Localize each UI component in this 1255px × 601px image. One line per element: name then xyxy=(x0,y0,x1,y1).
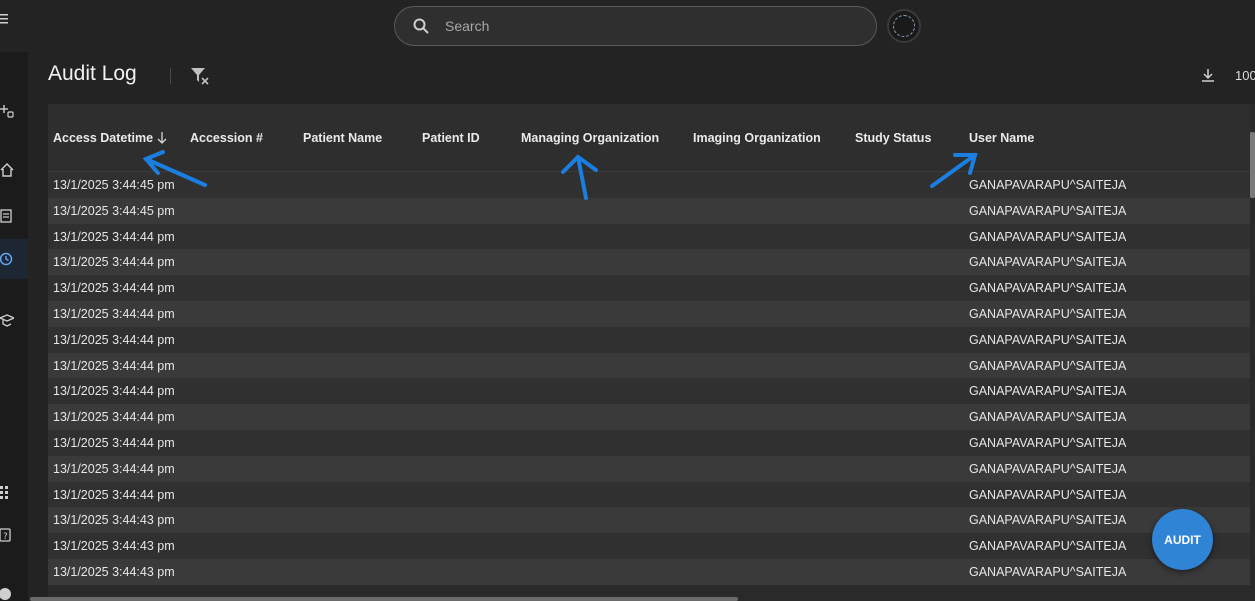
add-database-icon[interactable] xyxy=(0,104,14,118)
search-icon xyxy=(413,18,429,34)
table-row[interactable]: 13/1/2025 3:44:44 pm GANAPAVARAPU^SAITEJA xyxy=(48,404,1255,430)
cell-user-name: GANAPAVARAPU^SAITEJA xyxy=(969,178,1127,192)
svg-text:?: ? xyxy=(3,532,8,542)
page-title: Audit Log xyxy=(48,62,137,85)
sort-descending-icon[interactable] xyxy=(156,131,168,145)
cell-access-datetime: 13/1/2025 3:44:43 pm xyxy=(53,539,175,554)
table-row[interactable]: 13/1/2025 3:44:44 pm GANAPAVARAPU^SAITEJA xyxy=(48,223,1255,250)
column-header-access-datetime[interactable]: Access Datetime xyxy=(53,131,153,145)
title-divider xyxy=(170,68,171,84)
vertical-scrollbar[interactable] xyxy=(1250,104,1255,601)
cell-user-name: GANAPAVARAPU^SAITEJA xyxy=(969,487,1127,502)
menu-icon[interactable] xyxy=(0,12,10,28)
history-icon[interactable] xyxy=(0,252,14,266)
table-row[interactable]: 13/1/2025 3:44:44 pm GANAPAVARAPU^SAITEJA xyxy=(48,429,1255,456)
cell-user-name: GANAPAVARAPU^SAITEJA xyxy=(969,513,1127,528)
search-input[interactable] xyxy=(443,17,876,35)
audit-button[interactable]: AUDIT xyxy=(1152,509,1213,570)
apps-grid-icon[interactable] xyxy=(0,485,14,499)
table-row[interactable]: 13/1/2025 3:44:44 pm GANAPAVARAPU^SAITEJA xyxy=(48,455,1255,482)
table-row[interactable]: 13/1/2025 3:44:44 pm GANAPAVARAPU^SAITEJA xyxy=(48,352,1255,379)
table-row[interactable]: 13/1/2025 3:44:45 pm GANAPAVARAPU^SAITEJA xyxy=(48,197,1255,224)
cell-access-datetime: 13/1/2025 3:44:44 pm xyxy=(53,306,175,321)
column-header-patient-id[interactable]: Patient ID xyxy=(422,131,480,145)
table-row[interactable]: 13/1/2025 3:44:44 pm GANAPAVARAPU^SAITEJA xyxy=(48,378,1255,405)
table-row[interactable]: 13/1/2025 3:44:44 pm GANAPAVARAPU^SAITEJA xyxy=(48,275,1255,301)
avatar[interactable] xyxy=(887,9,921,43)
column-header-imaging-organization[interactable]: Imaging Organization xyxy=(693,131,821,145)
table-row[interactable]: 13/1/2025 3:44:44 pm GANAPAVARAPU^SAITEJA xyxy=(48,481,1255,508)
help-icon[interactable]: ? xyxy=(0,528,14,542)
cell-user-name: GANAPAVARAPU^SAITEJA xyxy=(969,358,1127,373)
download-icon[interactable] xyxy=(1200,67,1216,83)
table-header: Access Datetime Accession # Patient Name… xyxy=(48,104,1255,172)
audit-log-table: Access Datetime Accession # Patient Name… xyxy=(48,104,1255,601)
list-icon[interactable] xyxy=(0,209,14,223)
avatar-image xyxy=(893,15,915,37)
column-header-managing-organization[interactable]: Managing Organization xyxy=(521,131,659,145)
table-row[interactable]: 13/1/2025 3:44:44 pm GANAPAVARAPU^SAITEJA xyxy=(48,249,1255,276)
cell-access-datetime: 13/1/2025 3:44:45 pm xyxy=(53,178,175,192)
cell-access-datetime: 13/1/2025 3:44:44 pm xyxy=(53,358,175,373)
table-body: 13/1/2025 3:44:45 pm GANAPAVARAPU^SAITEJA… xyxy=(48,172,1255,585)
top-bar xyxy=(0,0,1255,52)
cell-user-name: GANAPAVARAPU^SAITEJA xyxy=(969,229,1127,244)
cell-user-name: GANAPAVARAPU^SAITEJA xyxy=(969,435,1127,450)
home-icon[interactable] xyxy=(0,163,14,177)
cell-access-datetime: 13/1/2025 3:44:44 pm xyxy=(53,255,175,270)
cell-access-datetime: 13/1/2025 3:44:43 pm xyxy=(53,564,175,579)
table-row[interactable]: 13/1/2025 3:44:44 pm GANAPAVARAPU^SAITEJA xyxy=(48,300,1255,327)
search-bar[interactable] xyxy=(394,6,877,46)
cell-access-datetime: 13/1/2025 3:44:44 pm xyxy=(53,410,175,425)
cell-access-datetime: 13/1/2025 3:44:44 pm xyxy=(53,487,175,502)
cell-access-datetime: 13/1/2025 3:44:44 pm xyxy=(53,281,175,296)
cell-user-name: GANAPAVARAPU^SAITEJA xyxy=(969,384,1127,399)
cell-access-datetime: 13/1/2025 3:44:44 pm xyxy=(53,229,175,244)
cell-user-name: GANAPAVARAPU^SAITEJA xyxy=(969,281,1127,296)
cell-access-datetime: 13/1/2025 3:44:45 pm xyxy=(53,203,175,218)
horizontal-scrollbar[interactable] xyxy=(30,597,738,601)
column-header-accession[interactable]: Accession # xyxy=(190,131,263,145)
cell-user-name: GANAPAVARAPU^SAITEJA xyxy=(969,410,1127,425)
cell-access-datetime: 13/1/2025 3:44:44 pm xyxy=(53,332,175,347)
table-row[interactable]: 13/1/2025 3:44:45 pm GANAPAVARAPU^SAITEJA xyxy=(48,172,1255,198)
cell-user-name: GANAPAVARAPU^SAITEJA xyxy=(969,461,1127,476)
cell-access-datetime: 13/1/2025 3:44:44 pm xyxy=(53,435,175,450)
cell-access-datetime: 13/1/2025 3:44:43 pm xyxy=(53,513,175,528)
graduation-cap-icon[interactable] xyxy=(0,313,14,327)
cell-user-name: GANAPAVARAPU^SAITEJA xyxy=(969,539,1127,554)
cell-user-name: GANAPAVARAPU^SAITEJA xyxy=(969,306,1127,321)
cell-user-name: GANAPAVARAPU^SAITEJA xyxy=(969,564,1127,579)
filter-clear-icon[interactable] xyxy=(189,65,211,87)
cell-user-name: GANAPAVARAPU^SAITEJA xyxy=(969,332,1127,347)
table-row[interactable]: 13/1/2025 3:44:44 pm GANAPAVARAPU^SAITEJA xyxy=(48,326,1255,353)
cell-access-datetime: 13/1/2025 3:44:44 pm xyxy=(53,384,175,399)
cell-user-name: GANAPAVARAPU^SAITEJA xyxy=(969,255,1127,270)
sidebar: ? xyxy=(0,52,28,601)
column-header-user-name[interactable]: User Name xyxy=(969,131,1034,145)
cell-user-name: GANAPAVARAPU^SAITEJA xyxy=(969,203,1127,218)
page-size-select[interactable]: 100 xyxy=(1235,68,1255,83)
column-header-patient-name[interactable]: Patient Name xyxy=(303,131,382,145)
table-row[interactable]: 13/1/2025 3:44:43 pm GANAPAVARAPU^SAITEJA xyxy=(48,558,1255,585)
user-icon[interactable] xyxy=(0,584,14,600)
table-row[interactable]: 13/1/2025 3:44:43 pm GANAPAVARAPU^SAITEJA xyxy=(48,507,1255,534)
cell-access-datetime: 13/1/2025 3:44:44 pm xyxy=(53,461,175,476)
column-header-study-status[interactable]: Study Status xyxy=(855,131,931,145)
table-row[interactable]: 13/1/2025 3:44:43 pm GANAPAVARAPU^SAITEJA xyxy=(48,533,1255,559)
vertical-scrollbar-thumb[interactable] xyxy=(1250,132,1255,198)
